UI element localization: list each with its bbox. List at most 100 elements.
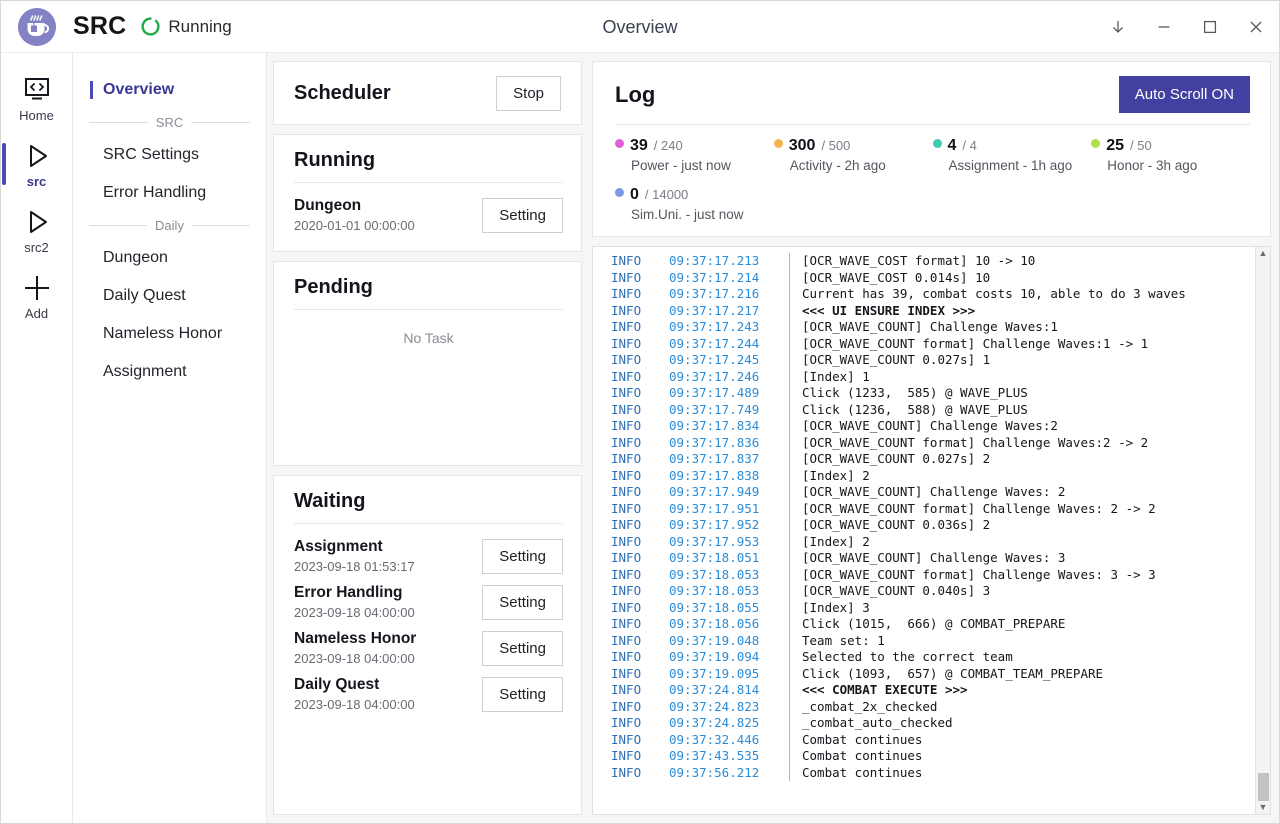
scheduler-column: Scheduler Stop Running Dungeon 2020-01-0…	[267, 53, 590, 823]
setting-button[interactable]: Setting	[482, 676, 563, 712]
log-summary-card: Log Auto Scroll ON 39 / 240 Power - just n…	[592, 61, 1271, 237]
nav-item-daily-quest[interactable]: Daily Quest	[73, 277, 266, 315]
setting-button[interactable]: Setting	[482, 197, 563, 233]
log-level: INFO	[611, 649, 642, 664]
stat-label: Activity - 2h ago	[789, 158, 886, 173]
log-line: INFO 09:37:17.952 [OCR_WAVE_COUNT 0.036s] …	[593, 517, 1255, 534]
close-button[interactable]	[1233, 1, 1279, 53]
sidebar-item-add[interactable]: Add	[1, 263, 72, 329]
log-timestamp: 09:37:17.213	[669, 253, 760, 268]
nav-item-error-handling[interactable]: Error Handling	[73, 174, 266, 212]
nav-item-nameless-honor[interactable]: Nameless Honor	[73, 315, 266, 353]
log-line: INFO 09:37:17.489 Click (1233, 585) @ WAVE…	[593, 385, 1255, 402]
sidebar-item-src[interactable]: src	[1, 131, 72, 197]
log-timestamp: 09:37:17.952	[669, 517, 760, 532]
log-scrollbar[interactable]: ▲ ▼	[1255, 247, 1270, 814]
log-level: INFO	[611, 352, 642, 367]
setting-button[interactable]: Setting	[482, 584, 563, 620]
log-level: INFO	[611, 286, 642, 301]
log-level: INFO	[611, 467, 642, 483]
pending-empty-note: No Task	[403, 330, 454, 346]
maximize-button[interactable]	[1187, 1, 1233, 53]
log-line: INFO 09:37:18.055 [Index] 3	[593, 599, 1255, 616]
log-message: [OCR_WAVE_COUNT 0.027s] 2	[789, 451, 1255, 468]
stop-button[interactable]: Stop	[496, 75, 561, 111]
log-line: INFO 09:37:17.243 [OCR_WAVE_COUNT] Challen…	[593, 319, 1255, 336]
log-line: INFO 09:37:17.749 Click (1236, 588) @ WAVE…	[593, 401, 1255, 418]
log-timestamp: 09:37:17.214	[669, 269, 760, 285]
auto-scroll-toggle[interactable]: Auto Scroll ON	[1118, 76, 1250, 113]
log-timestamp: 09:37:17.836	[669, 434, 760, 450]
log-timestamp: 09:37:32.446	[669, 731, 760, 747]
log-message: Selected to the correct team	[789, 649, 1255, 666]
log-message: [OCR_WAVE_COUNT] Challenge Waves: 2	[789, 484, 1255, 501]
log-message: [OCR_WAVE_COUNT format] Challenge Waves:…	[789, 566, 1255, 583]
log-message: _combat_2x_checked	[789, 698, 1255, 715]
sidebar-item-label: Add	[24, 305, 49, 321]
log-timestamp: 09:37:56.212	[669, 764, 760, 780]
stats-row: 39/ 240 Power - just now 300/ 500 Activity …	[615, 125, 1250, 222]
icon-rail: Home src src2 Add	[1, 53, 73, 823]
task-info: Daily Quest 2023-09-18 04:00:00	[294, 676, 415, 712]
task-row: Dungeon 2020-01-01 00:00:00 Setting	[294, 191, 563, 237]
status-dot-icon	[615, 188, 624, 197]
log-line: INFO 09:37:17.837 [OCR_WAVE_COUNT 0.027s] …	[593, 451, 1255, 468]
log-line: INFO 09:37:18.051 [OCR_WAVE_COUNT] Challen…	[593, 550, 1255, 567]
log-timestamp: 09:37:19.094	[669, 649, 760, 664]
setting-button[interactable]: Setting	[482, 538, 563, 574]
log-message: [Index] 2	[789, 533, 1255, 550]
log-message: [OCR_WAVE_COST 0.014s] 10	[789, 269, 1255, 286]
log-level: INFO	[611, 715, 642, 730]
app-logo	[1, 7, 73, 46]
log-level: INFO	[611, 418, 642, 433]
minimize-icon	[1158, 26, 1170, 28]
log-level: INFO	[611, 583, 642, 598]
log-timestamp: 09:37:17.949	[669, 484, 760, 499]
log-message: Click (1233, 585) @ WAVE_PLUS	[789, 385, 1255, 402]
nav-item-src-settings[interactable]: SRC Settings	[73, 136, 266, 174]
log-title: Log	[615, 81, 656, 107]
log-line: INFO 09:37:17.949 [OCR_WAVE_COUNT] Challen…	[593, 484, 1255, 501]
download-button[interactable]	[1095, 1, 1141, 53]
scrollbar-track[interactable]	[1256, 258, 1270, 773]
log-timestamp: 09:37:17.217	[669, 302, 760, 318]
scroll-down-arrow-icon[interactable]: ▼	[1259, 803, 1268, 812]
stat-label: Power - just now	[631, 158, 731, 173]
log-message: Combat continues	[789, 731, 1255, 748]
log-timestamp: 09:37:18.055	[669, 599, 760, 615]
brand-name: SRC	[73, 12, 127, 40]
log-level: INFO	[611, 368, 642, 384]
stat-max: / 14000	[644, 187, 689, 202]
log-line: INFO 09:37:24.814 <<< COMBAT EXECUTE >>>	[593, 682, 1255, 699]
nav-item-assignment[interactable]: Assignment	[73, 353, 266, 391]
setting-button[interactable]: Setting	[482, 630, 563, 666]
scrollbar-thumb[interactable]	[1257, 773, 1269, 801]
log-timestamp: 09:37:17.489	[669, 385, 760, 400]
log-message: [OCR_WAVE_COUNT format] Challenge Waves:…	[789, 500, 1255, 517]
nav-item-overview[interactable]: Overview	[73, 71, 266, 109]
log-level: INFO	[611, 302, 642, 318]
log-message: [Index] 1	[789, 368, 1255, 385]
nav-menu: Overview SRC SRC Settings Error Handling…	[73, 53, 267, 823]
sidebar-item-src2[interactable]: src2	[1, 197, 72, 263]
log-level: INFO	[611, 385, 642, 400]
minimize-button[interactable]	[1141, 1, 1187, 53]
log-output-box: INFO 09:37:17.213 [OCR_WAVE_COST format] 1…	[592, 246, 1271, 815]
nav-item-dungeon[interactable]: Dungeon	[73, 239, 266, 277]
log-level: INFO	[611, 665, 642, 681]
sidebar-item-home[interactable]: Home	[1, 65, 72, 131]
log-level: INFO	[611, 566, 642, 582]
log-timestamp: 09:37:19.048	[669, 632, 760, 648]
window-controls	[1095, 1, 1279, 53]
log-level: INFO	[611, 500, 642, 516]
log-level: INFO	[611, 335, 642, 351]
log-level: INFO	[611, 434, 642, 450]
log-line: INFO 09:37:17.834 [OCR_WAVE_COUNT] Challen…	[593, 418, 1255, 435]
scroll-up-arrow-icon[interactable]: ▲	[1259, 249, 1268, 258]
log-message: Team set: 1	[789, 632, 1255, 649]
log-line: INFO 09:37:19.048 Team set: 1	[593, 632, 1255, 649]
log-message: Click (1093, 657) @ COMBAT_TEAM_PREPARE	[789, 665, 1255, 682]
task-row: Daily Quest 2023-09-18 04:00:00 Setting	[294, 670, 563, 716]
stat-current: 39	[630, 137, 648, 154]
log-line: INFO 09:37:32.446 Combat continues	[593, 731, 1255, 748]
